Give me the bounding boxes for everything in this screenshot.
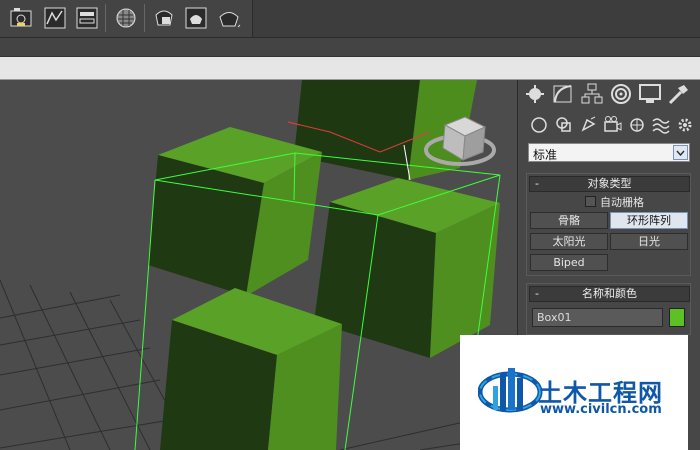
cameras-icon[interactable] (602, 114, 624, 138)
watermark: 土木工程网 www.civilcn.com (460, 335, 688, 450)
name-color-rollout-header[interactable]: - 名称和颜色 (529, 286, 690, 302)
systems-icon[interactable] (674, 114, 696, 138)
object-color-swatch[interactable] (669, 308, 685, 327)
collapse-icon[interactable]: - (535, 177, 539, 191)
object-type-title: 对象类型 (587, 177, 632, 190)
space-warps-icon[interactable] (650, 114, 672, 138)
schematic-view-icon[interactable] (74, 5, 100, 31)
box-bottom[interactable] (160, 288, 342, 450)
toolbar-separator (144, 4, 145, 32)
toolbar-empty-area (252, 0, 700, 37)
autogrid-checkbox[interactable] (585, 196, 596, 207)
watermark-url: www.civilcn.com (540, 402, 662, 417)
daylight-button[interactable]: 日光 (610, 233, 688, 250)
rendered-frame-icon[interactable] (183, 5, 209, 31)
object-type-rollout-header[interactable]: - 对象类型 (529, 176, 690, 192)
ring-array-button[interactable]: 环形阵列 (610, 212, 688, 229)
main-toolbar (0, 0, 700, 38)
utilities-tab-icon[interactable] (666, 82, 692, 106)
material-editor-icon[interactable] (113, 5, 139, 31)
create-tab-icon[interactable] (522, 82, 548, 106)
hierarchy-tab-icon[interactable] (579, 82, 605, 106)
sunlight-button[interactable]: 太阳光 (530, 233, 608, 250)
ribbon-strip (0, 38, 700, 57)
helpers-icon[interactable] (626, 114, 648, 138)
modify-tab-icon[interactable] (550, 82, 576, 106)
lights-icon[interactable] (578, 114, 600, 138)
box-left-upper[interactable] (148, 127, 322, 296)
render-frame-window-icon[interactable] (8, 5, 34, 31)
shapes-icon[interactable] (553, 114, 575, 138)
category-dropdown[interactable]: 标准 (528, 143, 690, 162)
ribbon-bar (0, 57, 700, 80)
motion-tab-icon[interactable] (608, 82, 634, 106)
name-color-title: 名称和颜色 (582, 287, 637, 300)
scene-canvas (0, 80, 517, 450)
geometry-icon[interactable] (528, 114, 550, 138)
display-tab-icon[interactable] (637, 82, 663, 106)
object-type-rollout: - 对象类型 自动栅格 骨骼 环形阵列 太阳光 日光 Biped (526, 173, 691, 276)
toolbar-separator (105, 4, 106, 32)
bones-button[interactable]: 骨骼 (530, 212, 608, 229)
curve-editor-icon[interactable] (42, 5, 68, 31)
render-production-icon[interactable] (216, 5, 242, 31)
biped-button[interactable]: Biped (530, 254, 608, 271)
collapse-icon[interactable]: - (535, 287, 539, 301)
object-name-field[interactable]: Box01 (532, 308, 663, 327)
category-dropdown-value: 标准 (533, 148, 558, 162)
render-setup-icon[interactable] (151, 5, 177, 31)
autogrid-label: 自动栅格 (600, 196, 644, 209)
perspective-viewport[interactable] (0, 80, 517, 450)
chevron-down-icon[interactable] (673, 145, 688, 160)
